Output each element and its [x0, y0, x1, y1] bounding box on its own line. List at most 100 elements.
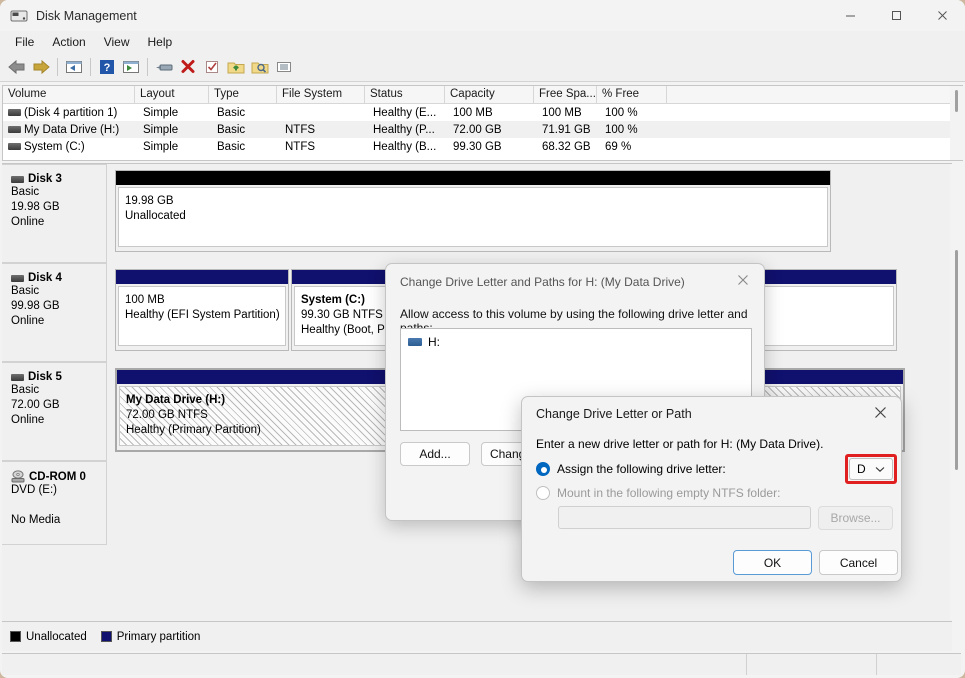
disk-info-cdrom-0[interactable]: CD-ROM 0 DVD (E:) No Media [2, 461, 107, 545]
scrollbar-thumb[interactable] [955, 250, 958, 470]
column-header-capacity[interactable]: Capacity [445, 86, 534, 103]
cell-status: Healthy (B... [373, 140, 437, 153]
menu-item-help[interactable]: Help [139, 33, 182, 51]
cell-layout: Simple [143, 106, 179, 119]
radio-mount-ntfs-folder[interactable]: Mount in the following empty NTFS folder… [536, 486, 780, 500]
ok-button[interactable]: OK [733, 550, 812, 575]
back-arrow-icon[interactable] [5, 55, 29, 79]
menu-bar: File Action View Help [0, 31, 965, 53]
partition-efi-system[interactable]: 100 MB Healthy (EFI System Partition) [115, 269, 289, 351]
disk-name-label: Disk 4 [11, 272, 106, 284]
disk-info-disk-5[interactable]: Disk 5 Basic 72.00 GB Online [2, 362, 107, 461]
status-segment-3 [877, 654, 961, 675]
disk-management-window: Disk Management File Action View Help ? … [0, 0, 965, 678]
close-button[interactable] [919, 0, 965, 31]
minimize-button[interactable] [827, 0, 873, 31]
column-header-volume[interactable]: Volume [3, 86, 135, 103]
list-item[interactable]: H: [408, 335, 751, 349]
scrollbar-thumb[interactable] [955, 90, 958, 112]
column-header-status[interactable]: Status [365, 86, 445, 103]
cell-percent-free: 100 % [605, 106, 638, 119]
menu-item-action[interactable]: Action [43, 33, 94, 51]
cell-percent-free: 69 % [605, 140, 632, 153]
legend-label: Primary partition [116, 630, 201, 643]
column-header-file-system[interactable]: File System [277, 86, 365, 103]
change-drive-letter-or-path-dialog: Change Drive Letter or Path Enter a new … [521, 396, 902, 582]
drive-icon [408, 338, 422, 346]
disk-icon [11, 175, 24, 183]
disk-name-label: Disk 5 [11, 371, 106, 383]
volume-list-scrollbar[interactable] [950, 86, 963, 160]
column-header-blank [667, 86, 962, 103]
close-icon[interactable] [722, 264, 764, 295]
disk-area-disk-3: 19.98 GB Unallocated [107, 164, 952, 263]
cell-capacity: 99.30 GB [453, 140, 502, 153]
disk-icon [11, 373, 24, 381]
cell-free-space: 100 MB [542, 106, 582, 119]
partition-body: 100 MB Healthy (EFI System Partition) [118, 286, 286, 346]
partition-line2: Unallocated [125, 210, 186, 222]
delete-icon[interactable] [176, 55, 200, 79]
disk-map-scrollbar[interactable] [950, 164, 963, 620]
disk-name-label: Disk 3 [11, 173, 106, 185]
partition-cap [116, 171, 830, 185]
close-icon[interactable] [859, 397, 901, 428]
cell-layout: Simple [143, 140, 179, 153]
disk-size-label: 72.00 GB [11, 399, 60, 411]
column-header-type[interactable]: Type [209, 86, 277, 103]
cell-type: Basic [217, 106, 246, 119]
column-header-free-space[interactable]: Free Spa... [534, 86, 597, 103]
radio-assign-drive-letter[interactable]: Assign the following drive letter: [536, 462, 726, 476]
disk-info-disk-4[interactable]: Disk 4 Basic 99.98 GB Online [2, 263, 107, 362]
status-segment-2 [747, 654, 877, 675]
cell-capacity: 100 MB [453, 106, 493, 119]
title-bar: Disk Management [0, 0, 965, 31]
table-row[interactable]: My Data Drive (H:) Simple Basic NTFS Hea… [3, 121, 962, 138]
legend-swatch-primary [100, 631, 112, 642]
show-hide-console-tree-icon[interactable] [119, 55, 143, 79]
folder-path-input[interactable] [558, 506, 811, 529]
cell-layout: Simple [143, 123, 179, 136]
view-list-icon[interactable] [272, 55, 296, 79]
help-icon[interactable]: ? [95, 55, 119, 79]
cell-free-space: 71.91 GB [542, 123, 591, 136]
menu-item-file[interactable]: File [6, 33, 43, 51]
cell-capacity: 72.00 GB [453, 123, 502, 136]
maximize-button[interactable] [873, 0, 919, 31]
partition-unallocated[interactable]: 19.98 GB Unallocated [115, 170, 831, 252]
properties-icon[interactable] [152, 55, 176, 79]
volume-list[interactable]: Volume Layout Type File System Status Ca… [2, 85, 963, 161]
legend-label: Unallocated [26, 630, 87, 643]
column-header-percent-free[interactable]: % Free [597, 86, 667, 103]
table-row[interactable]: System (C:) Simple Basic NTFS Healthy (B… [3, 138, 962, 155]
add-button[interactable]: Add... [400, 442, 470, 466]
legend-item-primary-partition: Primary partition [100, 630, 201, 643]
check-icon[interactable] [200, 55, 224, 79]
cell-free-space: 68.32 GB [542, 140, 591, 153]
toolbar-separator [57, 58, 58, 76]
cell-status: Healthy (P... [373, 123, 435, 136]
radio-label: Assign the following drive letter: [557, 462, 726, 476]
forward-arrow-icon[interactable] [29, 55, 53, 79]
column-header-layout[interactable]: Layout [135, 86, 209, 103]
disk-name-label: CD-ROM 0 [11, 470, 106, 483]
volume-icon [8, 143, 21, 150]
svg-text:?: ? [104, 62, 111, 74]
disk-info-disk-3[interactable]: Disk 3 Basic 19.98 GB Online [2, 164, 107, 263]
cell-file-system: NTFS [285, 140, 316, 153]
disk-size-label: 99.98 GB [11, 300, 60, 312]
find-icon[interactable] [248, 55, 272, 79]
up-one-level-icon[interactable] [62, 55, 86, 79]
browse-button[interactable]: Browse... [818, 506, 893, 530]
partition-line1: 100 MB [125, 294, 165, 306]
cancel-button[interactable]: Cancel [819, 550, 898, 575]
menu-item-view[interactable]: View [95, 33, 139, 51]
toolbar-separator [147, 58, 148, 76]
export-list-icon[interactable] [224, 55, 248, 79]
disk-management-icon [10, 8, 28, 24]
disk-state-label: Online [11, 315, 45, 327]
partition-body: 19.98 GB Unallocated [118, 187, 828, 247]
cdrom-icon [11, 470, 26, 483]
table-row[interactable]: (Disk 4 partition 1) Simple Basic Health… [3, 104, 962, 121]
